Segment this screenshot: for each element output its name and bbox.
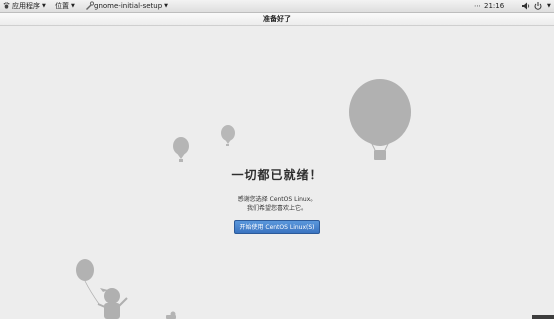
small-dog bbox=[166, 311, 176, 319]
gnome-initial-setup-icon bbox=[86, 1, 94, 10]
system-menu-arrow[interactable]: ▼ bbox=[545, 0, 551, 12]
page-heading: 一切都已就绪！ bbox=[231, 168, 323, 182]
applications-menu[interactable]: 应用程序 ▼ bbox=[12, 0, 46, 12]
places-menu-label: 位置 bbox=[55, 2, 69, 10]
app-menu-label: gnome-initial-setup bbox=[94, 2, 163, 10]
message-line-1: 感谢您选择 CentOS Linux。 bbox=[237, 196, 317, 203]
applications-menu-label: 应用程序 bbox=[12, 2, 40, 10]
corner-decoration bbox=[532, 315, 554, 319]
clock[interactable]: 21:16 bbox=[484, 0, 504, 12]
clock-label: 21:16 bbox=[484, 2, 505, 10]
balloon-child bbox=[76, 259, 100, 305]
hot-air-balloon-large bbox=[349, 79, 411, 160]
chevron-down-icon: ▼ bbox=[71, 3, 75, 9]
keyboard-layout-indicator[interactable]: ⋯ bbox=[474, 0, 481, 12]
gnome-foot-icon bbox=[3, 2, 10, 9]
window-titlebar: 准备好了 bbox=[0, 13, 554, 26]
app-menu[interactable]: gnome-initial-setup ▼ bbox=[94, 0, 168, 12]
child-figure bbox=[97, 288, 128, 319]
volume-icon[interactable] bbox=[521, 1, 531, 11]
chevron-down-icon: ▼ bbox=[42, 3, 46, 9]
chevron-down-icon: ▼ bbox=[547, 3, 551, 9]
message-line-2: 我们希望您喜欢上它。 bbox=[246, 205, 307, 212]
balloon-small-left bbox=[173, 137, 189, 162]
power-icon[interactable] bbox=[533, 1, 543, 11]
start-using-button[interactable]: 开始使用 CentOS Linux(S) bbox=[234, 220, 320, 234]
setup-summary-page: 一切都已就绪！ 感谢您选择 CentOS Linux。 我们希望您喜欢上它。 开… bbox=[0, 26, 554, 319]
window-title: 准备好了 bbox=[263, 15, 291, 23]
places-menu[interactable]: 位置 ▼ bbox=[55, 0, 75, 12]
balloon-small-mid bbox=[221, 125, 235, 146]
top-bar: 应用程序 ▼ 位置 ▼ gnome-initial-setup ▼ ⋯ 21:16 ▼ bbox=[0, 0, 554, 13]
keyboard-layout-label: ⋯ bbox=[474, 2, 481, 10]
chevron-down-icon: ▼ bbox=[164, 3, 169, 9]
